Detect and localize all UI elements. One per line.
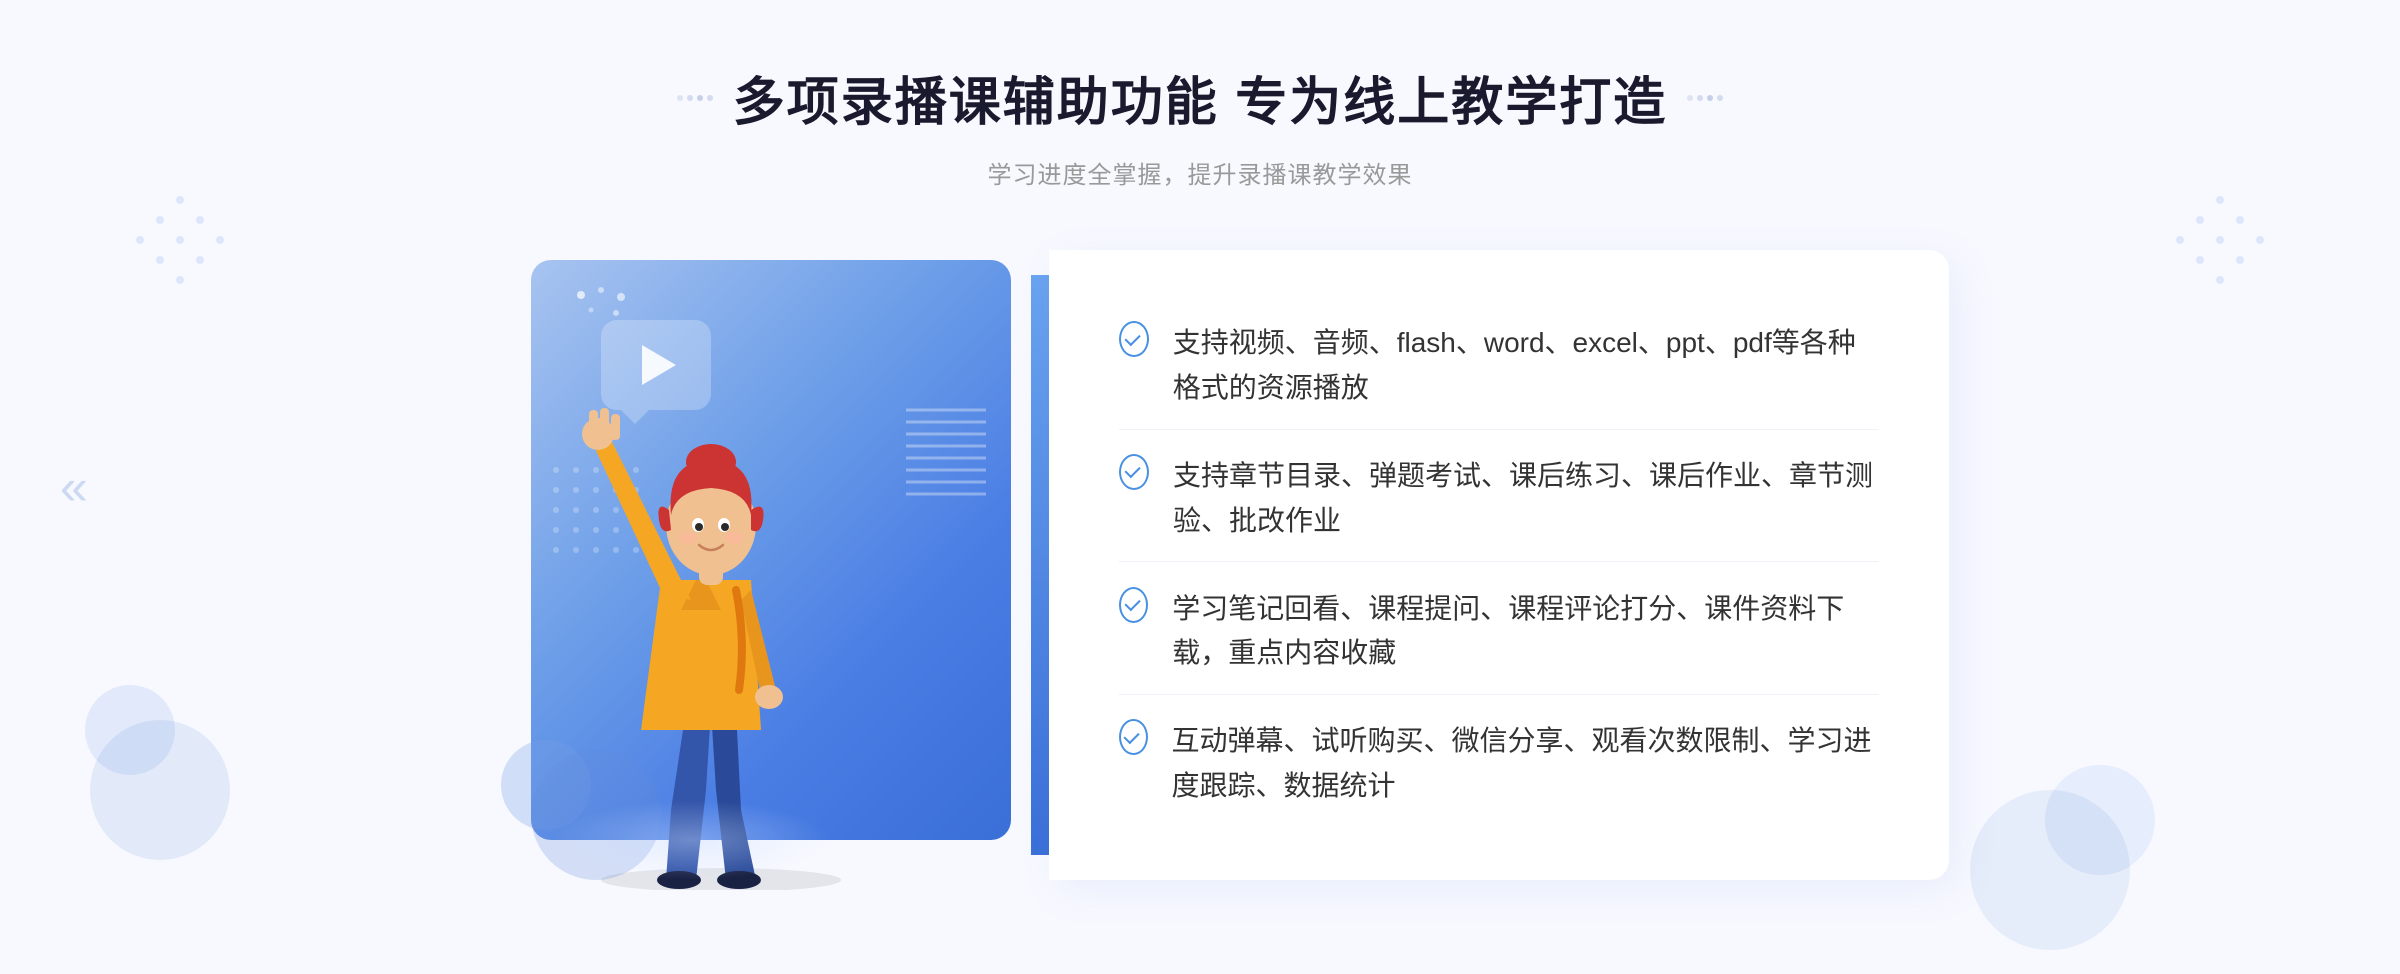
feature-text-3: 学习笔记回看、课程提问、课程评论打分、课件资料下载，重点内容收藏 (1172, 587, 1879, 677)
feature-item-2: 支持章节目录、弹题考试、课后练习、课后作业、章节测验、批改作业 (1119, 436, 1879, 563)
title-decorator-right (1687, 95, 1723, 101)
page-subtitle: 学习进度全掌握，提升录播课教学效果 (677, 155, 1723, 190)
feature-text-4: 互动弹幕、试听购买、微信分享、观看次数限制、学习进度跟踪、数据统计 (1172, 719, 1880, 809)
left-chevron-icon: « (60, 458, 88, 516)
main-content: 支持视频、音频、flash、word、excel、ppt、pdf等各种格式的资源… (451, 240, 1949, 890)
feature-item-4: 互动弹幕、试听购买、微信分享、观看次数限制、学习进度跟踪、数据统计 (1119, 701, 1879, 827)
content-panel: 支持视频、音频、flash、word、excel、ppt、pdf等各种格式的资源… (1049, 250, 1949, 880)
feature-item-3: 学习笔记回看、课程提问、课程评论打分、课件资料下载，重点内容收藏 (1119, 569, 1879, 696)
page-container: 多项录播课辅助功能 专为线上教学打造 学习进度全掌握，提升录播课教学效果 (0, 0, 2400, 974)
feature-text-1: 支持视频、音频、flash、word、excel、ppt、pdf等各种格式的资源… (1173, 321, 1879, 411)
title-row: 多项录播课辅助功能 专为线上教学打造 (677, 60, 1723, 135)
floor-glow (551, 800, 831, 880)
check-icon-4 (1119, 719, 1148, 755)
header-section: 多项录播课辅助功能 专为线上教学打造 学习进度全掌握，提升录播课教学效果 (677, 0, 1723, 190)
page-title: 多项录播课辅助功能 专为线上教学打造 (733, 60, 1667, 135)
check-icon-2 (1119, 454, 1149, 490)
illustration-panel (451, 240, 1031, 890)
title-decorator-left (677, 95, 713, 101)
stripe-decoration (906, 400, 986, 500)
feature-item-1: 支持视频、音频、flash、word、excel、ppt、pdf等各种格式的资源… (1119, 303, 1879, 430)
check-icon-3 (1119, 587, 1148, 623)
check-icon-1 (1119, 321, 1149, 357)
feature-text-2: 支持章节目录、弹题考试、课后练习、课后作业、章节测验、批改作业 (1173, 454, 1879, 544)
accent-divider (1031, 275, 1049, 855)
sparkle-decoration (571, 285, 631, 335)
